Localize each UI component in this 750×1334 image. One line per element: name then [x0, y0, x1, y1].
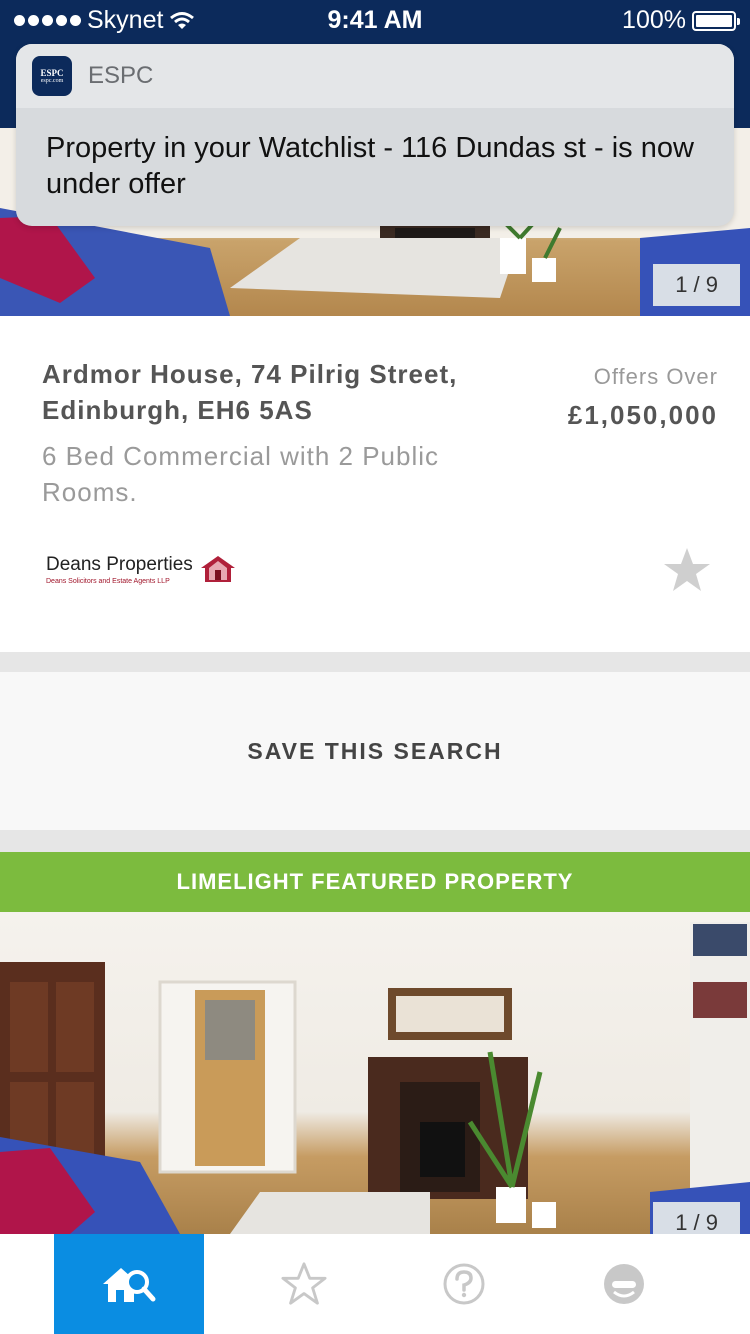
push-notification[interactable]: ESPC espc.com ESPC Property in your Watc… — [16, 44, 734, 226]
battery-icon — [692, 10, 740, 31]
featured-living-room-photo — [0, 922, 750, 1234]
price-label: Offers Over — [593, 364, 718, 389]
agent-subtitle: Deans Solicitors and Estate Agents LLP — [46, 578, 170, 585]
listing-address: Ardmor House, 74 Pilrig Street, Edinburg… — [42, 359, 458, 425]
question-icon — [443, 1263, 485, 1305]
notification-message: Property in your Watchlist - 116 Dundas … — [46, 132, 694, 200]
featured-banner: LIMELIGHT FEATURED PROPERTY — [0, 852, 750, 912]
star-icon — [281, 1262, 327, 1305]
listing-description: 6 Bed Commercial with 2 Public Rooms. — [42, 441, 440, 507]
agent-name: Deans Properties — [46, 554, 193, 575]
tab-search[interactable] — [54, 1234, 204, 1334]
user-icon — [604, 1264, 644, 1304]
status-bar: Skynet 9:41 AM 100% — [0, 0, 750, 40]
tab-bar — [0, 1234, 750, 1334]
battery-group: 100% — [622, 6, 740, 35]
agent-house-icon — [200, 556, 235, 582]
featured-photo[interactable]: 1 / 9 — [0, 912, 750, 1234]
espc-app-icon: ESPC espc.com — [32, 56, 72, 96]
house-search-icon — [103, 1268, 156, 1302]
notification-header: ESPC espc.com ESPC — [16, 44, 734, 108]
app-icon-text: ESPC — [40, 68, 64, 78]
notification-app-name: ESPC — [88, 62, 154, 89]
app-icon-subtext: espc.com — [40, 78, 64, 84]
photo-counter: 1 / 9 — [653, 264, 740, 306]
listing-price: £1,050,000 — [567, 400, 718, 430]
tab-watchlist[interactable] — [229, 1234, 379, 1334]
featured-photo-counter: 1 / 9 — [653, 1202, 740, 1234]
tab-account[interactable] — [549, 1234, 699, 1334]
listing-card[interactable]: Ardmor House, 74 Pilrig Street, Edinburg… — [0, 316, 750, 652]
battery-percent: 100% — [622, 6, 686, 34]
tab-help[interactable] — [389, 1234, 539, 1334]
save-search-button[interactable]: SAVE THIS SEARCH — [0, 672, 750, 830]
agent-logo[interactable]: Deans Properties Deans Solicitors and Es… — [46, 554, 237, 585]
favourite-star-icon[interactable] — [662, 546, 712, 596]
